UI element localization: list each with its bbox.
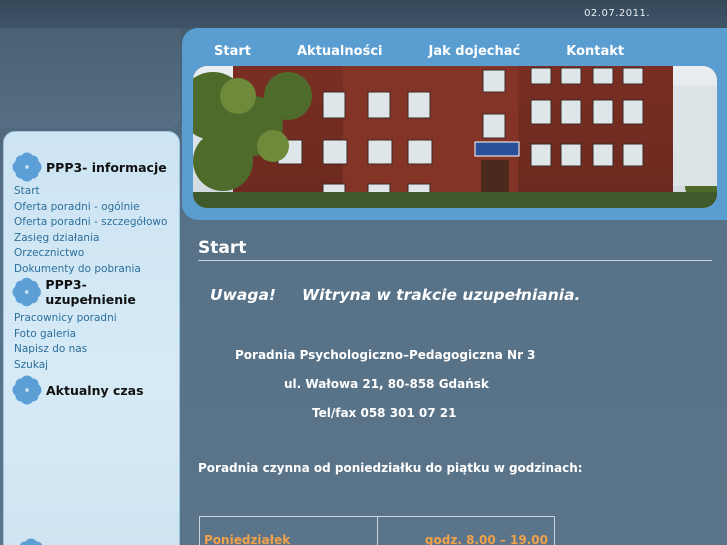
sidebar-list-uzupelnienie: Pracownicy poradni Foto galeria Napisz d… bbox=[14, 311, 179, 373]
sidebar: PPP3- informacje Start Oferta poradni - … bbox=[3, 131, 180, 545]
sidebar-list-informacje: Start Oferta poradni - ogólnie Oferta po… bbox=[14, 184, 179, 277]
main-nav: Start Aktualności Jak dojechać Kontakt bbox=[182, 40, 624, 64]
main-content: Start bbox=[198, 238, 712, 261]
under-construction-notice: Uwaga! Witryna w trakcie uzupełniania. bbox=[210, 286, 606, 304]
sidebar-heading-czas: Aktualny czas bbox=[12, 375, 179, 405]
sidebar-item-dokumenty[interactable]: Dokumenty do pobrania bbox=[14, 262, 179, 278]
sidebar-item-orzecznictwo[interactable]: Orzecznictwo bbox=[14, 246, 179, 262]
sidebar-item-zasieg[interactable]: Zasięg działania bbox=[14, 231, 179, 247]
sidebar-heading-label: PPP3- informacje bbox=[46, 159, 167, 175]
nav-kontakt[interactable]: Kontakt bbox=[566, 40, 624, 64]
flower-icon bbox=[12, 152, 42, 182]
sidebar-heading-informacje: PPP3- informacje bbox=[12, 152, 179, 182]
flower-icon bbox=[12, 277, 41, 307]
current-date: 02.07.2011. bbox=[584, 8, 650, 19]
sidebar-heading-label: PPP3- uzupełnienie bbox=[45, 277, 136, 307]
org-phone: Tel/fax 058 301 07 21 bbox=[312, 406, 457, 420]
sidebar-item-oferta-szczegolowo[interactable]: Oferta poradni - szczegółowo bbox=[14, 215, 179, 231]
org-name: Poradnia Psychologiczno–Pedagogiczna Nr … bbox=[235, 348, 536, 362]
hours-time: godz. 8.00 – 19.00 bbox=[424, 533, 548, 545]
sidebar-heading-uzupelnienie: PPP3- uzupełnienie bbox=[12, 277, 179, 307]
sidebar-item-szukaj[interactable]: Szukaj bbox=[14, 358, 179, 374]
hours-day: Poniedziałek bbox=[200, 517, 378, 545]
nav-aktualnosci[interactable]: Aktualności bbox=[297, 40, 383, 64]
sidebar-item-start[interactable]: Start bbox=[14, 184, 179, 200]
sidebar-item-oferta-ogolnie[interactable]: Oferta poradni - ogólnie bbox=[14, 200, 179, 216]
nav-start[interactable]: Start bbox=[214, 40, 251, 64]
warning-label: Uwaga! bbox=[210, 286, 276, 304]
opening-hours-table: Poniedziałek godz. 8.00 – 19.00 bbox=[199, 516, 555, 545]
org-address: ul. Wałowa 21, 80-858 Gdańsk bbox=[284, 377, 489, 391]
sidebar-heading-label: Aktualny czas bbox=[46, 382, 144, 398]
nav-jak-dojechac[interactable]: Jak dojechać bbox=[428, 40, 520, 64]
sidebar-item-napisz[interactable]: Napisz do nas bbox=[14, 342, 179, 358]
building-photo-illustration bbox=[193, 66, 717, 208]
sidebar-item-foto-galeria[interactable]: Foto galeria bbox=[14, 327, 179, 343]
page-title: Start bbox=[198, 238, 712, 261]
flower-icon bbox=[12, 375, 42, 405]
hours-intro: Poradnia czynna od poniedziałku do piątk… bbox=[198, 461, 583, 475]
sidebar-item-pracownicy[interactable]: Pracownicy poradni bbox=[14, 311, 179, 327]
left-header-decor bbox=[0, 28, 180, 128]
warning-text: Witryna w trakcie uzupełniania. bbox=[302, 286, 581, 304]
flower-icon bbox=[19, 538, 43, 545]
building-photo bbox=[193, 66, 717, 208]
